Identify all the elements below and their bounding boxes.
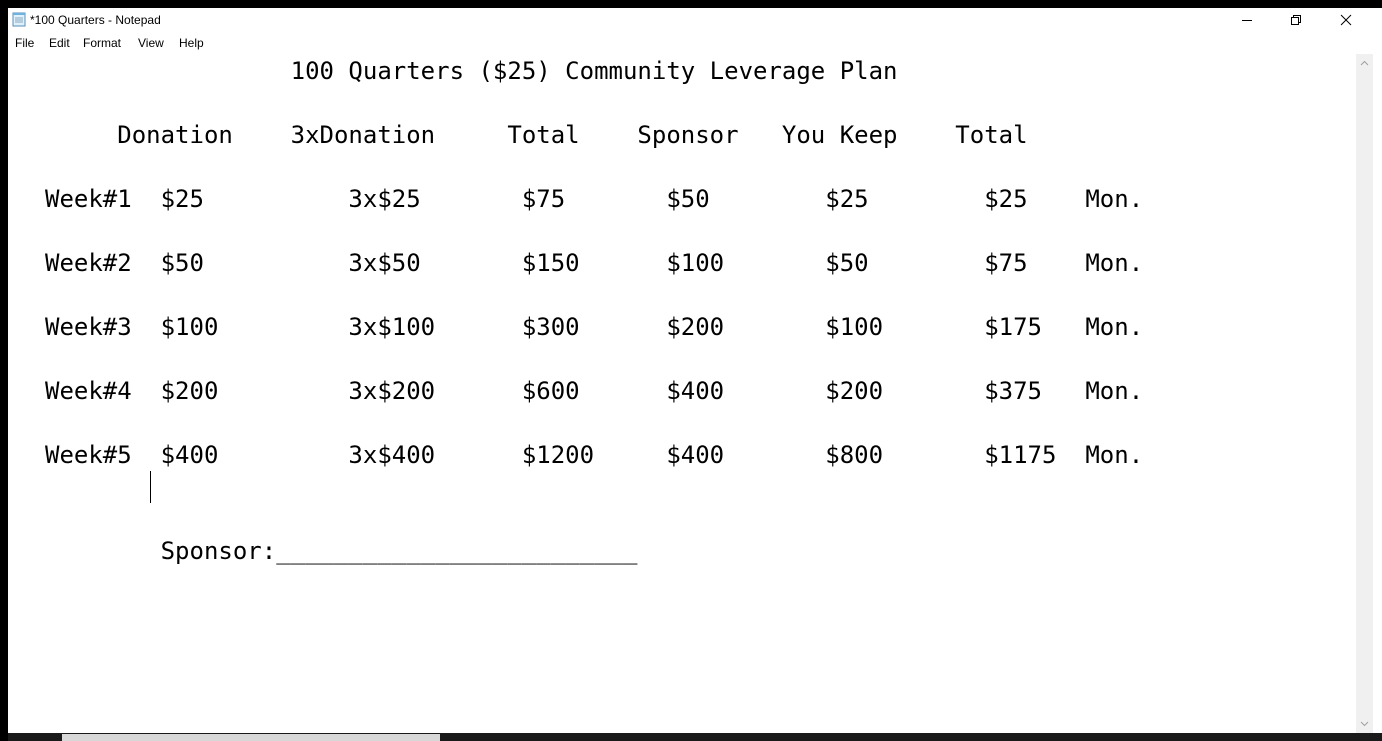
close-icon xyxy=(1340,14,1352,26)
horizontal-scrollbar[interactable] xyxy=(8,733,1382,741)
editor-line: Week#4 $200 3x$200 $600 $400 $200 $375 M… xyxy=(45,377,1144,405)
editor-line: Week#1 $25 3x$25 $75 $50 $25 $25 Mon. xyxy=(45,185,1144,213)
chevron-up-icon[interactable] xyxy=(1360,59,1369,68)
horizontal-scroll-thumb[interactable] xyxy=(62,734,440,741)
restore-icon xyxy=(1291,15,1301,25)
minimize-button[interactable] xyxy=(1224,8,1270,33)
menu-edit[interactable]: Edit xyxy=(49,36,70,50)
minimize-icon xyxy=(1242,20,1252,21)
editor-line: Week#2 $50 3x$50 $150 $100 $50 $75 Mon. xyxy=(45,249,1144,277)
editor-line: Week#5 $400 3x$400 $1200 $400 $800 $1175… xyxy=(45,441,1144,469)
title-bar[interactable]: *100 Quarters - Notepad xyxy=(8,8,1382,33)
menu-view[interactable]: View xyxy=(138,36,164,50)
maximize-button[interactable] xyxy=(1273,8,1319,33)
vertical-scrollbar[interactable] xyxy=(1356,54,1373,733)
editor-line: Week#3 $100 3x$100 $300 $200 $100 $175 M… xyxy=(45,313,1144,341)
text-caret xyxy=(150,471,151,503)
menu-format[interactable]: Format xyxy=(83,36,121,50)
notepad-icon xyxy=(12,12,26,27)
text-editor[interactable]: 100 Quarters ($25) Community Leverage Pl… xyxy=(8,54,1356,733)
close-button[interactable] xyxy=(1323,8,1369,33)
menu-help[interactable]: Help xyxy=(179,36,204,50)
menu-bar: File Edit Format View Help xyxy=(8,33,1382,53)
chevron-down-icon[interactable] xyxy=(1360,719,1369,728)
notepad-window: *100 Quarters - Notepad File Edit Format… xyxy=(8,8,1382,741)
window-title: *100 Quarters - Notepad xyxy=(30,13,161,27)
editor-line: 100 Quarters ($25) Community Leverage Pl… xyxy=(45,57,898,85)
editor-line: Sponsor:_________________________ xyxy=(45,537,638,565)
editor-line: Donation 3xDonation Total Sponsor You Ke… xyxy=(45,121,1028,149)
menu-file[interactable]: File xyxy=(15,36,34,50)
